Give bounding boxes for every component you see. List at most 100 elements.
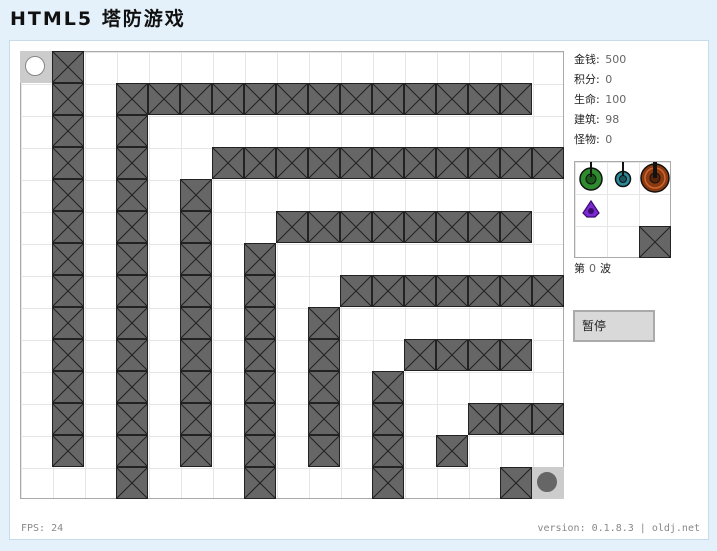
wall-block[interactable] bbox=[116, 307, 148, 339]
wall-block[interactable] bbox=[308, 147, 340, 179]
wall-block[interactable] bbox=[52, 115, 84, 147]
wall-block[interactable] bbox=[340, 211, 372, 243]
wall-block[interactable] bbox=[212, 83, 244, 115]
wall-block[interactable] bbox=[372, 403, 404, 435]
wall-block[interactable] bbox=[436, 275, 468, 307]
wall-block[interactable] bbox=[276, 83, 308, 115]
wall-block[interactable] bbox=[308, 339, 340, 371]
wall-block[interactable] bbox=[244, 275, 276, 307]
wall-block[interactable] bbox=[468, 339, 500, 371]
wall-block[interactable] bbox=[468, 211, 500, 243]
wall-block[interactable] bbox=[244, 83, 276, 115]
wall-block[interactable] bbox=[244, 467, 276, 499]
wall-block[interactable] bbox=[116, 243, 148, 275]
wall-block[interactable] bbox=[532, 147, 564, 179]
wall-block[interactable] bbox=[180, 403, 212, 435]
wall-block[interactable] bbox=[116, 467, 148, 499]
brown-tower-button[interactable] bbox=[639, 162, 671, 194]
wall-block[interactable] bbox=[244, 339, 276, 371]
wall-block[interactable] bbox=[404, 211, 436, 243]
wall-block[interactable] bbox=[244, 371, 276, 403]
wall-block[interactable] bbox=[116, 179, 148, 211]
wall-block[interactable] bbox=[308, 83, 340, 115]
wall-block[interactable] bbox=[180, 371, 212, 403]
wall-block[interactable] bbox=[116, 371, 148, 403]
wall-block[interactable] bbox=[116, 115, 148, 147]
wall-block[interactable] bbox=[500, 211, 532, 243]
wall-block[interactable] bbox=[436, 435, 468, 467]
wall-block[interactable] bbox=[116, 147, 148, 179]
wall-block[interactable] bbox=[500, 83, 532, 115]
wall-block[interactable] bbox=[340, 147, 372, 179]
wall-block[interactable] bbox=[532, 275, 564, 307]
wall-block[interactable] bbox=[148, 83, 180, 115]
wall-block[interactable] bbox=[404, 83, 436, 115]
wall-block[interactable] bbox=[180, 243, 212, 275]
wall-block[interactable] bbox=[340, 83, 372, 115]
wall-block[interactable] bbox=[180, 339, 212, 371]
wall-block[interactable] bbox=[180, 307, 212, 339]
wall-block[interactable] bbox=[212, 147, 244, 179]
wall-block[interactable] bbox=[116, 339, 148, 371]
wall-block[interactable] bbox=[116, 435, 148, 467]
wall-block[interactable] bbox=[308, 403, 340, 435]
wall-block[interactable] bbox=[468, 403, 500, 435]
wall-block[interactable] bbox=[500, 403, 532, 435]
green-tower-button[interactable] bbox=[575, 162, 607, 194]
wall-block[interactable] bbox=[372, 371, 404, 403]
wall-block[interactable] bbox=[52, 211, 84, 243]
wall-block[interactable] bbox=[116, 211, 148, 243]
wall-block[interactable] bbox=[52, 243, 84, 275]
wall-block[interactable] bbox=[244, 403, 276, 435]
purple-tower-button[interactable] bbox=[575, 194, 607, 226]
wall-block[interactable] bbox=[52, 371, 84, 403]
pause-button[interactable]: 暂停 bbox=[573, 310, 655, 342]
wall-block[interactable] bbox=[340, 275, 372, 307]
wall-block[interactable] bbox=[372, 275, 404, 307]
wall-block[interactable] bbox=[404, 147, 436, 179]
wall-block[interactable] bbox=[244, 243, 276, 275]
wall-block[interactable] bbox=[372, 147, 404, 179]
blue-tower-button[interactable] bbox=[607, 162, 639, 194]
wall-block[interactable] bbox=[436, 339, 468, 371]
wall-block[interactable] bbox=[180, 179, 212, 211]
wall-block[interactable] bbox=[52, 307, 84, 339]
wall-block[interactable] bbox=[52, 435, 84, 467]
wall-block[interactable] bbox=[372, 467, 404, 499]
wall-block[interactable] bbox=[500, 339, 532, 371]
wall-block[interactable] bbox=[372, 435, 404, 467]
wall-block[interactable] bbox=[436, 147, 468, 179]
wall-block[interactable] bbox=[276, 147, 308, 179]
game-board[interactable] bbox=[20, 51, 564, 499]
wall-block[interactable] bbox=[244, 307, 276, 339]
wall-block[interactable] bbox=[116, 275, 148, 307]
wall-block[interactable] bbox=[52, 179, 84, 211]
wall-block[interactable] bbox=[532, 403, 564, 435]
wall-block[interactable] bbox=[180, 211, 212, 243]
wall-block[interactable] bbox=[52, 275, 84, 307]
wall-block[interactable] bbox=[276, 211, 308, 243]
wall-block[interactable] bbox=[116, 403, 148, 435]
wall-block[interactable] bbox=[52, 147, 84, 179]
wall-block[interactable] bbox=[52, 83, 84, 115]
wall-block[interactable] bbox=[52, 51, 84, 83]
wall-block[interactable] bbox=[244, 435, 276, 467]
wall-block[interactable] bbox=[372, 83, 404, 115]
wall-block[interactable] bbox=[500, 467, 532, 499]
wall-block[interactable] bbox=[52, 403, 84, 435]
wall-block[interactable] bbox=[372, 211, 404, 243]
wall-block[interactable] bbox=[244, 147, 276, 179]
wall-block[interactable] bbox=[404, 275, 436, 307]
wall-block[interactable] bbox=[436, 211, 468, 243]
wall-block[interactable] bbox=[468, 83, 500, 115]
wall-block[interactable] bbox=[500, 275, 532, 307]
wall-block[interactable] bbox=[500, 147, 532, 179]
wall-block[interactable] bbox=[52, 339, 84, 371]
wall-block[interactable] bbox=[468, 147, 500, 179]
wall-block[interactable] bbox=[180, 435, 212, 467]
wall-block[interactable] bbox=[116, 83, 148, 115]
wall-block[interactable] bbox=[180, 83, 212, 115]
wall-block[interactable] bbox=[308, 211, 340, 243]
wall-block[interactable] bbox=[180, 275, 212, 307]
wall-block[interactable] bbox=[308, 307, 340, 339]
